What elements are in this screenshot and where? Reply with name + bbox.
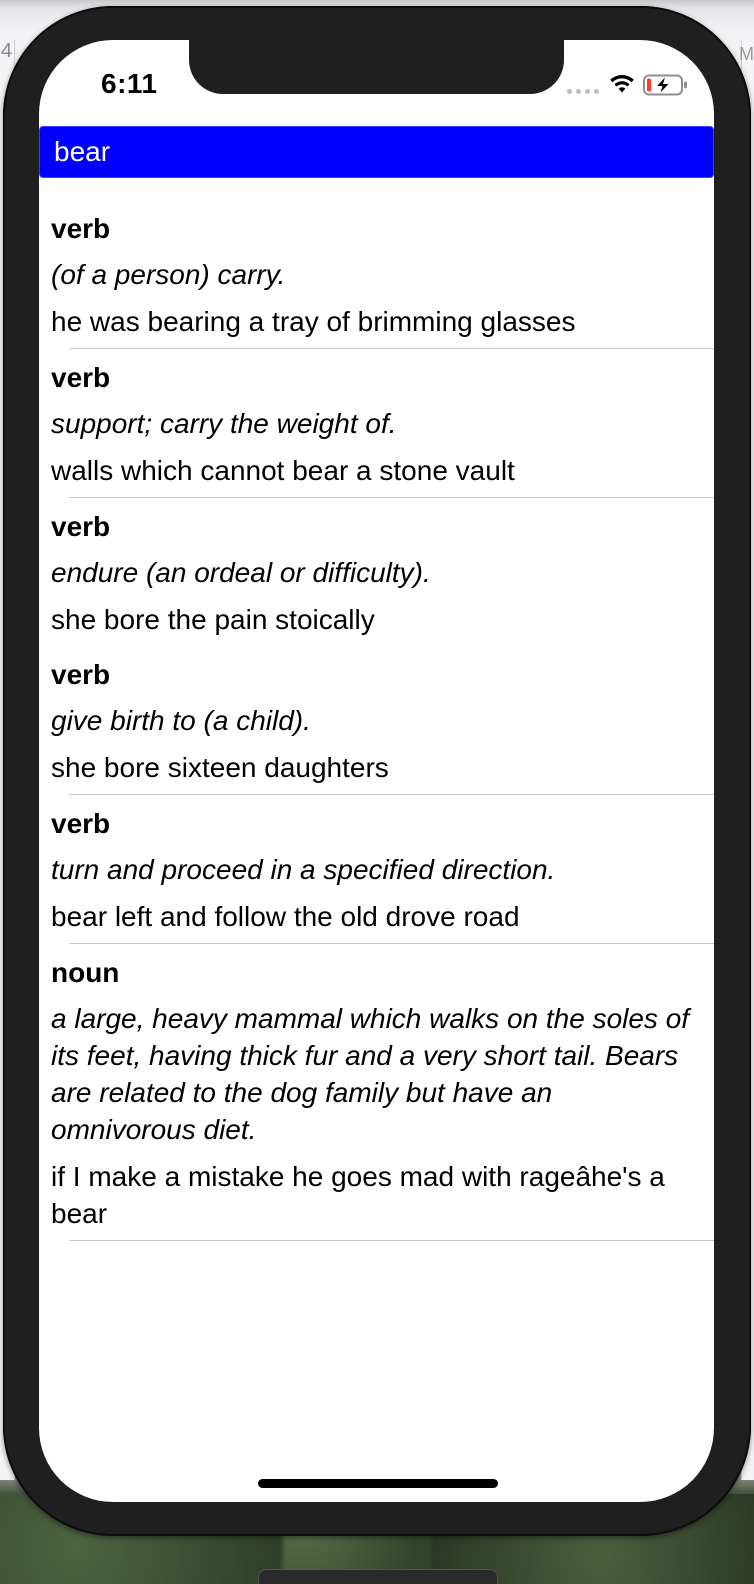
home-indicator[interactable] <box>258 1479 498 1488</box>
signal-dots-icon <box>567 89 599 94</box>
search-bar[interactable] <box>39 126 714 178</box>
definition-text: a large, heavy mammal which walks on the… <box>51 1003 690 1145</box>
definition-text: support; carry the weight of. <box>51 408 397 439</box>
part-of-speech: verb <box>51 362 111 393</box>
part-of-speech: verb <box>51 808 111 839</box>
definition-entry[interactable]: verb give birth to (a child). she bore six… <box>51 646 714 795</box>
definition-text: turn and proceed in a specified directio… <box>51 854 556 885</box>
background-right-text: M <box>739 44 754 64</box>
example-sentence: if I make a mistake he goes mad with rag… <box>51 1161 665 1229</box>
definition-entry[interactable]: verb (of a person) carry. he was bearing a… <box>51 200 714 349</box>
definition-entry-content: verb turn and proceed in a specified dire… <box>51 803 700 943</box>
phone-screen: 6:11 verb (of a person) carry. he was bear… <box>39 40 714 1502</box>
part-of-speech: verb <box>51 511 111 542</box>
definition-text: (of a person) carry. <box>51 259 286 290</box>
definition-entry[interactable]: verb support; carry the weight of. walls w… <box>51 349 714 498</box>
definition-entry[interactable]: verb endure (an ordeal or difficulty). she… <box>39 498 714 646</box>
part-of-speech: verb <box>51 213 111 244</box>
part-of-speech: noun <box>51 957 120 988</box>
definitions-list: verb (of a person) carry. he was bearing a… <box>39 200 714 1241</box>
definition-entry[interactable]: verb turn and proceed in a specified dire… <box>51 795 714 944</box>
background-dock-tab <box>258 1569 498 1584</box>
definition-entry-content: verb give birth to (a child). she bore six… <box>51 654 700 794</box>
wifi-icon <box>610 75 634 93</box>
status-bar-time: 6:11 <box>101 68 158 99</box>
example-sentence: bear left and follow the old drove road <box>51 901 520 932</box>
phone-frame: 6:11 verb (of a person) carry. he was bear… <box>3 6 751 1536</box>
definition-text: endure (an ordeal or difficulty). <box>51 557 431 588</box>
definition-entry[interactable]: noun a large, heavy mammal which walks on… <box>51 944 714 1241</box>
example-sentence: walls which cannot bear a stone vault <box>51 455 515 486</box>
definition-entry-content: verb (of a person) carry. he was bearing a… <box>51 208 700 348</box>
example-sentence: she bore the pain stoically <box>51 604 375 635</box>
part-of-speech: verb <box>51 659 111 690</box>
definition-entry-content: verb endure (an ordeal or difficulty). she… <box>51 506 700 646</box>
example-sentence: she bore sixteen daughters <box>51 752 389 783</box>
phone-notch <box>189 40 564 94</box>
battery-charging-icon <box>643 74 687 96</box>
definition-entry-content: noun a large, heavy mammal which walks on… <box>51 952 700 1240</box>
definition-text: give birth to (a child). <box>51 705 311 736</box>
search-input[interactable] <box>50 133 698 171</box>
background-left-text: 4 <box>1 40 13 62</box>
definition-entry-content: verb support; carry the weight of. walls w… <box>51 357 700 497</box>
example-sentence: he was bearing a tray of brimming glasse… <box>51 306 576 337</box>
